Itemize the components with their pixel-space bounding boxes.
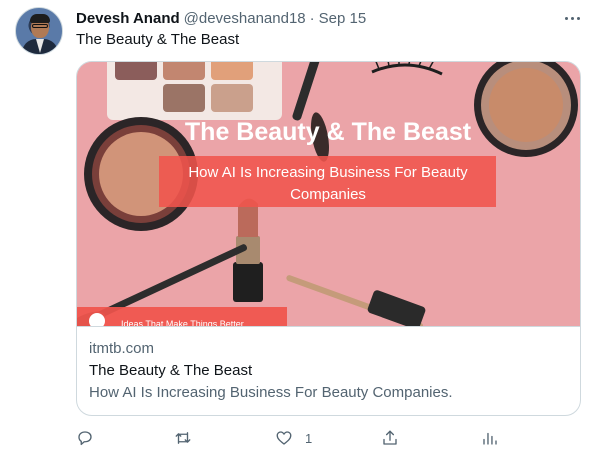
card-image[interactable]: The Beauty & The Beast How AI Is Increas…	[77, 62, 580, 327]
reply-button[interactable]	[76, 426, 94, 450]
analytics-button[interactable]	[481, 426, 499, 450]
tweet-date[interactable]: Sep 15	[319, 10, 367, 27]
image-headline: The Beauty & The Beast	[185, 118, 472, 146]
avatar-hair	[30, 14, 50, 23]
author-name[interactable]: Devesh Anand	[76, 10, 180, 27]
reply-icon	[78, 431, 92, 446]
retweet-icon	[175, 432, 191, 444]
image-subline-1: How AI Is Increasing Business For Beauty	[188, 164, 468, 181]
card-image-illustration: The Beauty & The Beast How AI Is Increas…	[77, 62, 580, 327]
like-count: 1	[305, 430, 313, 446]
card-domain: itmtb.com	[89, 340, 155, 357]
tweet[interactable]: Devesh Anand @deveshanand18 · Sep 15 The…	[0, 0, 596, 462]
action-bar: 1	[76, 426, 581, 450]
more-horizontal-icon[interactable]	[560, 8, 584, 28]
share-button[interactable]	[381, 426, 399, 450]
eyeshadow-palette	[107, 62, 282, 120]
like-button[interactable]: 1	[275, 426, 312, 450]
brand-tagline: Ideas That Make Things Better	[121, 319, 244, 327]
more-dot	[570, 16, 574, 20]
avatar-glasses	[32, 24, 48, 28]
card-title: The Beauty & The Beast	[89, 362, 253, 379]
author-handle[interactable]: @deveshanand18	[184, 10, 306, 27]
more-dot	[576, 16, 580, 20]
tweet-text: The Beauty & The Beast	[76, 31, 240, 48]
analytics-icon	[483, 432, 497, 445]
separator-dot: ·	[309, 9, 315, 27]
avatar[interactable]	[15, 7, 63, 55]
heart-icon	[276, 431, 292, 445]
image-subline-2: Companies	[290, 186, 366, 203]
tweet-header: Devesh Anand @deveshanand18 · Sep 15	[76, 8, 366, 28]
retweet-button[interactable]	[174, 426, 192, 450]
link-card[interactable]: The Beauty & The Beast How AI Is Increas…	[76, 61, 581, 416]
share-icon	[383, 430, 397, 445]
card-meta: itmtb.com The Beauty & The Beast How AI …	[89, 338, 453, 404]
more-dot	[564, 16, 568, 20]
card-description: How AI Is Increasing Business For Beauty…	[89, 384, 453, 401]
